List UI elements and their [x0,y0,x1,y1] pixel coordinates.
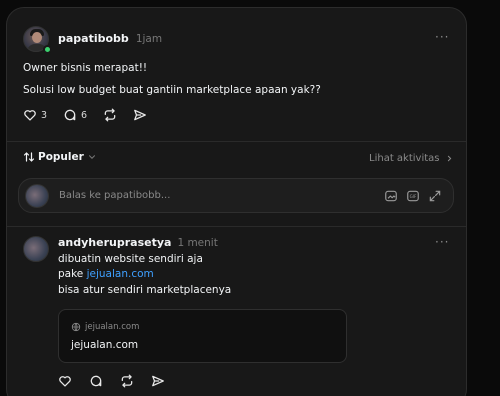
globe-icon [71,322,81,332]
sort-arrows-icon [23,152,35,162]
post-text-line-2: Solusi low budget buat gantiin marketpla… [23,84,321,96]
link-preview-domain: jejualan.com [85,322,140,332]
chevron-right-icon [447,155,451,162]
link-preview-title: jejualan.com [71,339,139,351]
comment-icon[interactable] [89,374,103,388]
post-more-options-icon[interactable]: ··· [435,30,449,44]
repost-icon[interactable] [120,374,134,388]
send-icon [134,109,146,121]
expand-icon[interactable] [428,189,442,203]
comment-button[interactable]: 6 [63,108,87,122]
repost-icon [104,108,116,122]
comment-icon [64,109,76,121]
post-author-username[interactable]: papatibobb [58,32,129,45]
sort-label: Populer [38,151,84,163]
like-button[interactable]: 3 [23,108,47,122]
image-icon[interactable] [384,189,398,203]
reply-link[interactable]: jejualan.com [87,268,154,280]
reply-text-prefix: pake [58,268,87,280]
reply-text-line-2: pake jejualan.com [58,267,154,282]
section-divider [7,141,466,142]
thread-card: papatibobb 1jam ··· Owner bisnis merapat… [6,7,467,396]
online-status-dot [43,45,52,54]
reply-input[interactable]: Balas ke papatibobb... [59,190,170,201]
comment-count: 6 [81,109,88,121]
gif-icon[interactable]: GIF [406,189,420,203]
reply-text-line-1: dibuatin website sendiri aja [58,253,203,265]
like-count: 3 [41,109,48,121]
heart-icon [24,110,36,121]
repost-button[interactable] [103,108,117,122]
sort-dropdown[interactable]: Populer [23,151,97,163]
reply-time: 1 menit [177,237,218,249]
view-activity-label: Lihat aktivitas [369,153,440,164]
heart-icon[interactable] [58,374,72,388]
reply-more-options-icon[interactable]: ··· [435,235,449,249]
current-user-avatar [25,184,49,208]
share-button[interactable] [133,108,147,122]
reply-author-avatar[interactable] [23,236,49,262]
post-text-line-1: Owner bisnis merapat!! [23,62,148,74]
svg-text:GIF: GIF [410,194,417,199]
post-time: 1jam [135,33,163,45]
send-icon[interactable] [151,374,165,388]
reply-actions [58,374,165,388]
chevron-down-icon [88,155,95,159]
view-activity-link[interactable]: Lihat aktivitas [369,153,454,164]
post-actions: 3 6 [23,108,147,122]
reply-composer[interactable]: Balas ke papatibobb... GIF [18,178,454,213]
reply-author-username[interactable]: andyheruprasetya [58,236,171,249]
reply-text-line-3: bisa atur sendiri marketplacenya [58,284,232,296]
section-divider-2 [7,226,466,227]
link-preview-card[interactable]: jejualan.com jejualan.com [58,309,347,363]
